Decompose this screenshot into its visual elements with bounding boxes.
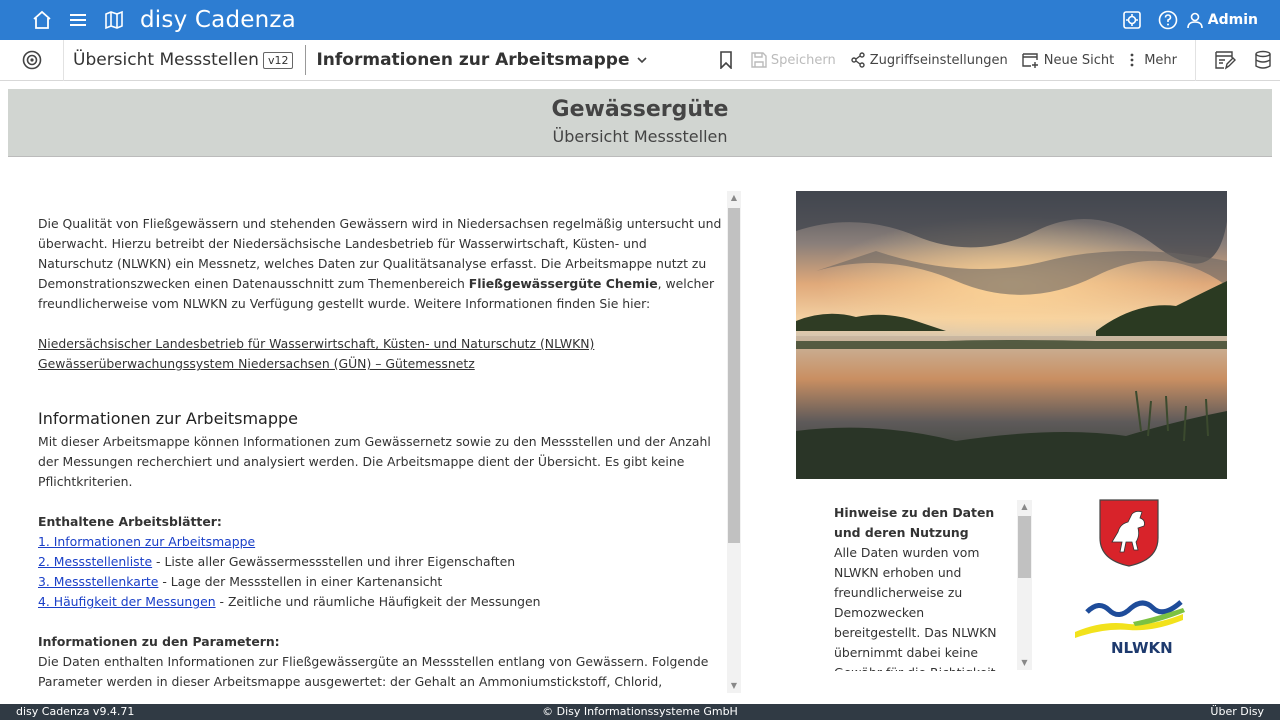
user-icon bbox=[1186, 12, 1203, 29]
save-label: Speichern bbox=[770, 52, 836, 68]
scroll-thumb[interactable] bbox=[728, 208, 740, 543]
sheet-link-2[interactable]: 2. Messstellenliste bbox=[38, 554, 152, 569]
more-button[interactable]: Mehr bbox=[1128, 52, 1177, 68]
bookmark-button[interactable] bbox=[719, 51, 737, 69]
add-view-icon bbox=[1022, 53, 1038, 68]
share-icon bbox=[851, 52, 865, 68]
scroll-down-arrow[interactable]: ▼ bbox=[727, 679, 741, 693]
settings-icon[interactable] bbox=[1114, 0, 1150, 40]
save-button[interactable]: Speichern bbox=[751, 52, 836, 68]
version-badge[interactable]: v12 bbox=[262, 51, 294, 69]
sheets-heading: Enthaltene Arbeitsblätter: bbox=[38, 514, 222, 529]
text-scrollbar[interactable]: ▲ ▼ bbox=[727, 191, 741, 693]
menu-icon[interactable] bbox=[60, 0, 96, 40]
sheet-desc-4: - Zeitliche und räumliche Häufigkeit der… bbox=[215, 594, 541, 609]
river-landscape-image bbox=[796, 191, 1227, 479]
sheet-link-1[interactable]: 1. Informationen zur Arbeitsmappe bbox=[38, 534, 255, 549]
intro-paragraph: Die Qualität von Fließgewässern und steh… bbox=[38, 214, 723, 314]
data-notes-panel: Hinweise zu den Daten und deren Nutzung … bbox=[834, 503, 1012, 671]
sheet-desc-3: - Lage der Messstellen in einer Kartenan… bbox=[158, 574, 443, 589]
help-icon[interactable] bbox=[1150, 0, 1186, 40]
notes-scroll-up-arrow[interactable]: ▲ bbox=[1017, 500, 1032, 514]
home-icon[interactable] bbox=[24, 0, 60, 40]
more-vertical-icon bbox=[1130, 53, 1134, 67]
params-heading: Informationen zu den Parametern: bbox=[38, 634, 280, 649]
more-label: Mehr bbox=[1144, 52, 1177, 68]
scroll-up-arrow[interactable]: ▲ bbox=[727, 191, 741, 205]
intro-text-bold: Fließgewässergüte Chemie bbox=[468, 276, 658, 291]
sheet-list-item: 1. Informationen zur Arbeitsmappe bbox=[38, 532, 723, 552]
info-paragraph: Mit dieser Arbeitsmappe können Informati… bbox=[38, 434, 711, 489]
new-view-label: Neue Sicht bbox=[1043, 52, 1115, 68]
save-icon bbox=[751, 52, 767, 68]
database-icon[interactable] bbox=[1246, 50, 1280, 70]
lower-saxony-crest-logo bbox=[1098, 498, 1160, 568]
sheet-link-3[interactable]: 3. Messstellenkarte bbox=[38, 574, 158, 589]
target-icon bbox=[22, 50, 41, 70]
navigator-toggle[interactable] bbox=[0, 39, 64, 81]
workbook-title: Übersicht Messstellen bbox=[73, 50, 259, 70]
nlwkn-logo-text: NLWKN bbox=[1111, 639, 1173, 656]
notes-scroll-down-arrow[interactable]: ▼ bbox=[1017, 656, 1032, 670]
notes-text: Alle Daten wurden vom NLWKN erhoben und … bbox=[834, 545, 997, 671]
user-name: Admin bbox=[1207, 12, 1258, 28]
page-title: Gewässergüte bbox=[551, 97, 729, 122]
new-view-button[interactable]: Neue Sicht bbox=[1022, 52, 1114, 68]
header-band: Gewässergüte Übersicht Messstellen bbox=[8, 89, 1272, 157]
sheet-list-item: 2. Messstellenliste - Liste aller Gewäss… bbox=[38, 552, 723, 572]
info-text-panel: Die Qualität von Fließgewässern und steh… bbox=[38, 214, 723, 694]
page-subtitle: Übersicht Messstellen bbox=[552, 127, 728, 146]
bookmark-icon bbox=[720, 51, 732, 69]
notes-scroll-thumb[interactable] bbox=[1018, 516, 1031, 578]
user-menu[interactable]: Admin bbox=[1186, 11, 1258, 29]
map-icon[interactable] bbox=[96, 0, 132, 40]
params-paragraph: Die Daten enthalten Informationen zur Fl… bbox=[38, 654, 709, 689]
notes-heading: Hinweise zu den Daten und deren Nutzung bbox=[834, 505, 995, 540]
info-heading: Informationen zur Arbeitsmappe bbox=[38, 409, 299, 428]
top-bar: disy Cadenza Admin bbox=[0, 0, 1280, 40]
sheet-list-item: 3. Messstellenkarte - Lage der Messstell… bbox=[38, 572, 723, 592]
sheet-link-4[interactable]: 4. Häufigkeit der Messungen bbox=[38, 594, 216, 609]
nlwkn-logo: NLWKN bbox=[1073, 590, 1189, 657]
link-guen[interactable]: Gewässerüberwachungssystem Niedersachsen… bbox=[38, 354, 723, 374]
access-settings-button[interactable]: Zugriffseinstellungen bbox=[850, 52, 1008, 68]
copyright-text: © Disy Informationssysteme GmbH bbox=[542, 705, 738, 718]
chevron-down-icon[interactable] bbox=[636, 51, 648, 70]
app-brand[interactable]: disy Cadenza bbox=[140, 7, 296, 33]
edit-sheet-icon[interactable] bbox=[1208, 50, 1242, 70]
about-disy-link[interactable]: Über Disy bbox=[1210, 704, 1264, 720]
notes-scrollbar[interactable]: ▲ ▼ bbox=[1017, 500, 1032, 670]
access-settings-label: Zugriffseinstellungen bbox=[869, 52, 1008, 68]
sheet-desc-2: - Liste aller Gewässermessstellen und ih… bbox=[152, 554, 516, 569]
workbook-toolbar: Übersicht Messstellen v12 Informationen … bbox=[0, 39, 1280, 81]
toolbar-divider bbox=[305, 45, 307, 75]
link-nlwkn[interactable]: Niedersächsischer Landesbetrieb für Wass… bbox=[38, 334, 723, 354]
sheet-list-item: 4. Häufigkeit der Messungen - Zeitliche … bbox=[38, 592, 723, 612]
status-footer: disy Cadenza v9.4.71 © Disy Informations… bbox=[0, 704, 1280, 720]
sheet-selector[interactable]: Informationen zur Arbeitsmappe bbox=[316, 50, 629, 70]
